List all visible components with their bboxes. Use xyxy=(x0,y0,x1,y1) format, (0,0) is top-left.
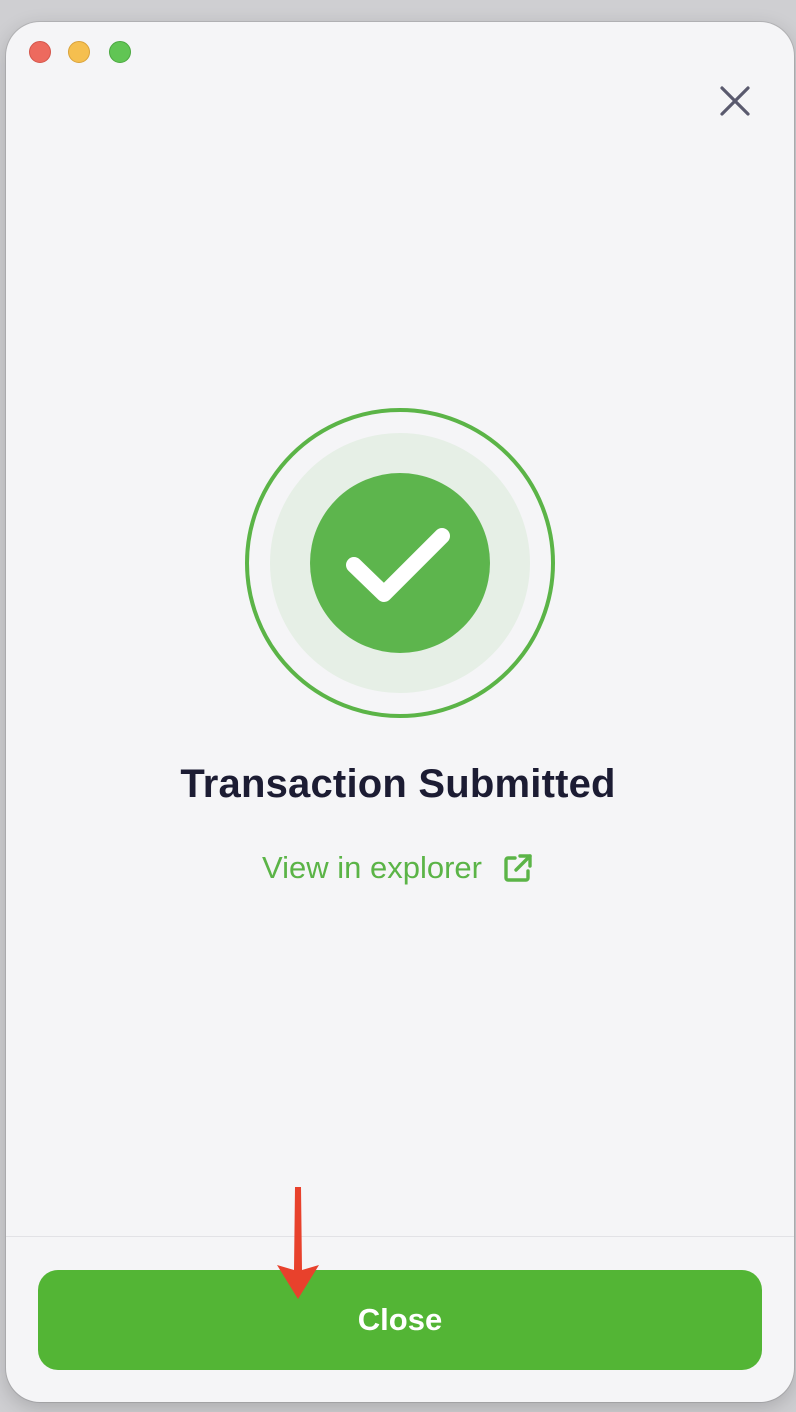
close-button[interactable]: Close xyxy=(38,1270,762,1370)
view-in-explorer-link[interactable]: View in explorer xyxy=(0,850,796,886)
window-zoom-button[interactable] xyxy=(109,41,131,63)
dialog-title: Transaction Submitted xyxy=(180,762,616,806)
close-icon xyxy=(720,86,750,116)
window-close-button[interactable] xyxy=(29,41,51,63)
checkmark-circle-icon xyxy=(245,408,555,718)
external-link-icon xyxy=(502,852,534,884)
success-status-graphic xyxy=(244,407,556,719)
footer-divider xyxy=(6,1236,794,1237)
view-in-explorer-label: View in explorer xyxy=(262,850,482,885)
dialog-close-button[interactable] xyxy=(712,78,758,124)
window-minimize-button[interactable] xyxy=(68,41,90,63)
